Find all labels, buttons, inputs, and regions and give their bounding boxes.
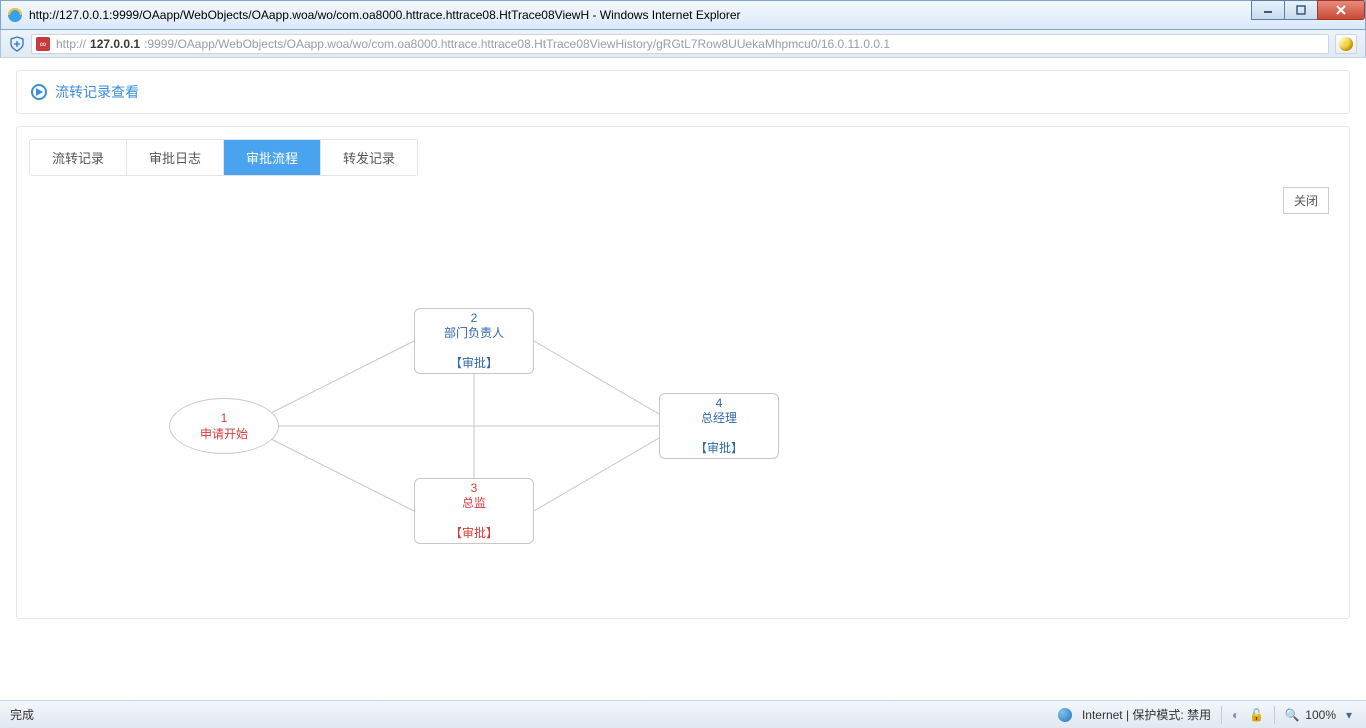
node-number: 3 <box>471 481 478 496</box>
flow-lines <box>29 226 929 606</box>
security-shield-icon[interactable] <box>9 36 25 52</box>
node-action: 【审批】 <box>450 356 498 371</box>
browser-title-bar: http://127.0.0.1:9999/OAapp/WebObjects/O… <box>0 0 1366 30</box>
node-number: 1 <box>221 410 228 426</box>
node-number: 2 <box>471 311 478 326</box>
play-circle-icon <box>31 84 47 100</box>
security-zone-text: Internet | 保护模式: 禁用 <box>1082 706 1211 723</box>
node-action: 【审批】 <box>450 526 498 541</box>
flow-diagram: 1 申请开始 2 部门负责人 【审批】 3 总监 <box>29 226 1337 606</box>
window-title: http://127.0.0.1:9999/OAapp/WebObjects/O… <box>29 8 741 22</box>
protected-mode-icon[interactable]: ◐ <box>1232 708 1239 722</box>
zoom-control[interactable]: 🔍 100% ▾ <box>1285 708 1356 722</box>
url-input[interactable]: ∞ http:// 127.0.0.1 :9999/OAapp/WebObjects… <box>31 34 1329 54</box>
tab-flow-record[interactable]: 流转记录 <box>30 140 127 175</box>
tab-forward-record[interactable]: 转发记录 <box>321 140 417 175</box>
minimize-button[interactable] <box>1251 0 1285 20</box>
tab-bar: 流转记录 审批日志 审批流程 转发记录 <box>29 139 418 176</box>
url-path: :9999/OAapp/WebObjects/OAapp.woa/wo/com.… <box>144 37 890 51</box>
page-title: 流转记录查看 <box>55 82 139 102</box>
node-number: 4 <box>716 396 723 411</box>
flow-node-general-manager[interactable]: 4 总经理 【审批】 <box>659 393 779 459</box>
compat-view-button[interactable] <box>1335 34 1357 54</box>
site-favicon: ∞ <box>36 37 50 51</box>
divider <box>1274 706 1275 724</box>
node-action: 【审批】 <box>695 441 743 456</box>
zoom-level: 100% <box>1305 708 1336 722</box>
flow-node-dept-head[interactable]: 2 部门负责人 【审批】 <box>414 308 534 374</box>
node-label: 总监 <box>462 496 486 511</box>
maximize-button[interactable] <box>1284 0 1318 20</box>
close-window-button[interactable] <box>1317 0 1365 20</box>
flow-node-start[interactable]: 1 申请开始 <box>169 398 279 454</box>
page-viewport: 流转记录查看 流转记录 审批日志 审批流程 转发记录 关闭 <box>0 58 1366 700</box>
ie-icon <box>7 7 23 23</box>
smiley-icon <box>1339 37 1353 51</box>
status-bar: 完成 Internet | 保护模式: 禁用 ◐ 🔓 🔍 100% ▾ <box>0 700 1366 728</box>
node-label: 总经理 <box>701 411 737 426</box>
node-label: 部门负责人 <box>444 326 504 341</box>
unlock-icon[interactable]: 🔓 <box>1249 708 1264 722</box>
flow-node-director[interactable]: 3 总监 【审批】 <box>414 478 534 544</box>
divider <box>1221 706 1222 724</box>
url-scheme: http:// <box>56 37 86 51</box>
content-panel: 流转记录 审批日志 审批流程 转发记录 关闭 <box>16 126 1350 619</box>
close-button[interactable]: 关闭 <box>1283 187 1329 214</box>
zoom-icon: 🔍 <box>1285 708 1299 722</box>
url-host: 127.0.0.1 <box>90 37 140 51</box>
window-controls <box>1252 0 1365 20</box>
tab-approval-flow[interactable]: 审批流程 <box>224 140 321 175</box>
status-left: 完成 <box>10 706 34 723</box>
zoom-dropdown-icon[interactable]: ▾ <box>1342 708 1356 722</box>
address-bar: ∞ http:// 127.0.0.1 :9999/OAapp/WebObjects… <box>0 30 1366 58</box>
globe-icon <box>1058 708 1072 722</box>
node-label: 申请开始 <box>200 426 248 442</box>
page-header-panel: 流转记录查看 <box>16 70 1350 114</box>
tab-approval-log[interactable]: 审批日志 <box>127 140 224 175</box>
